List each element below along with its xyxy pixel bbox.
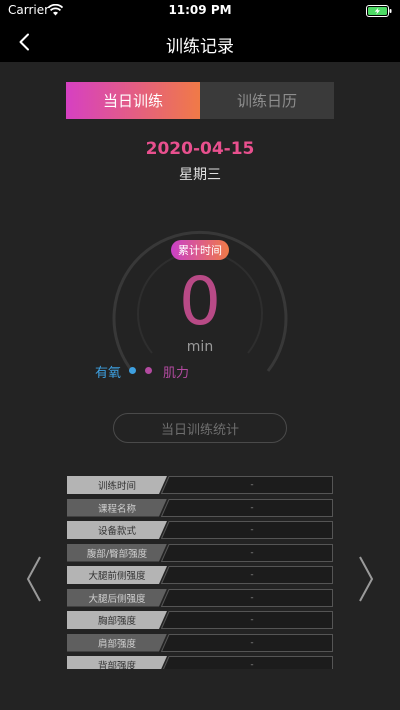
status-bar: Carrier 11:09 PM — [0, 0, 400, 22]
row-label: 课程名称 — [67, 498, 167, 517]
row-value: - — [250, 502, 254, 513]
status-time: 11:09 PM — [168, 3, 232, 17]
row-value: - — [250, 525, 254, 535]
cumulative-time-badge: 累计时间 — [171, 240, 229, 260]
row-value: - — [250, 637, 254, 648]
next-day-arrow-icon[interactable] — [358, 556, 374, 602]
row-label: 设备款式 — [67, 521, 167, 539]
table-row: 胸部强度 - — [67, 611, 333, 629]
previous-day-arrow-icon[interactable] — [26, 556, 42, 602]
legend-strength-dot — [145, 367, 152, 374]
table-row: 设备款式 - — [67, 521, 333, 539]
row-label: 大腿后侧强度 — [67, 588, 167, 607]
table-row: 课程名称 - — [67, 498, 333, 517]
row-label: 腹部/臀部强度 — [67, 543, 167, 562]
row-label: 胸部强度 — [67, 611, 167, 629]
page-title: 训练记录 — [166, 37, 234, 57]
legend-strength-label: 肌力 — [163, 366, 190, 381]
row-value: - — [250, 660, 254, 669]
row-label: 训练时间 — [67, 476, 167, 494]
tab-daily-training[interactable]: 当日训练 — [66, 82, 200, 119]
row-label: 背部强度 — [67, 656, 167, 669]
total-minutes-value: 0 — [179, 263, 221, 340]
tab-training-calendar[interactable]: 训练日历 — [200, 82, 334, 119]
training-details-table: 训练时间 - 课程名称 - 设备款式 - 腹部/臀部强度 - 大腿前侧强度 - … — [67, 476, 333, 669]
table-row: 肩部强度 - — [67, 633, 333, 652]
row-value: - — [250, 570, 254, 580]
tab-bar: 当日训练 训练日历 — [66, 82, 334, 119]
table-row: 大腿后侧强度 - — [67, 588, 333, 607]
row-value: - — [250, 615, 254, 625]
table-row: 训练时间 - — [67, 476, 333, 494]
date-label: 2020-04-15 — [145, 139, 255, 159]
row-label: 肩部强度 — [67, 633, 167, 652]
table-row: 大腿前侧强度 - — [67, 566, 333, 584]
battery-charging-icon — [366, 5, 392, 17]
nav-bar: 训练记录 — [0, 22, 400, 62]
table-row: 背部强度 - — [67, 656, 333, 669]
table-row: 腹部/臀部强度 - — [67, 543, 333, 562]
legend-aerobic-label: 有氧 — [95, 366, 122, 381]
legend-aerobic-dot — [129, 367, 136, 374]
minutes-unit: min — [186, 339, 214, 355]
row-value: - — [250, 480, 254, 490]
weekday-label: 星期三 — [179, 167, 221, 183]
row-label: 大腿前侧强度 — [67, 566, 167, 584]
row-value: - — [250, 592, 254, 603]
daily-stats-button[interactable]: 当日训练统计 — [113, 413, 287, 443]
row-value: - — [250, 547, 254, 558]
